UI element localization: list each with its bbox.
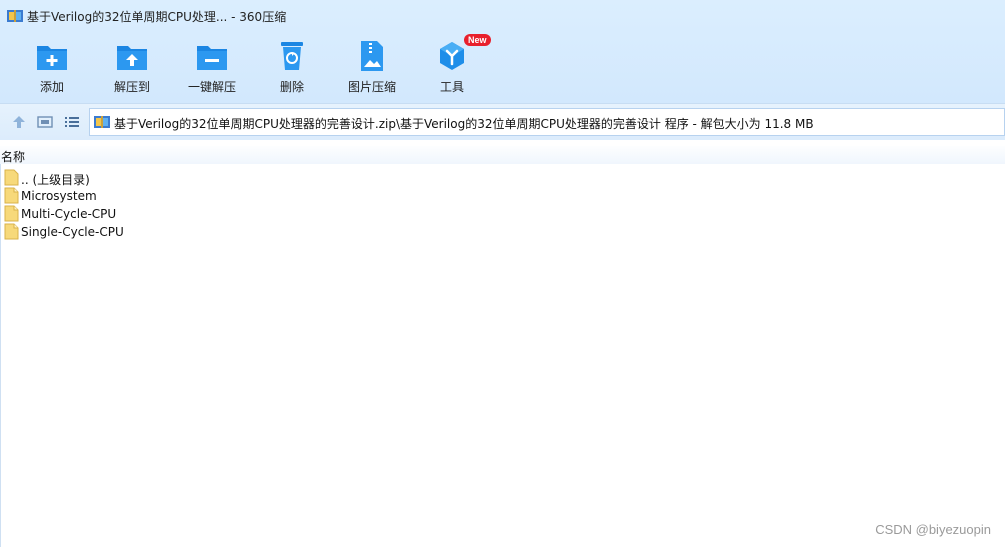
archive-icon bbox=[94, 116, 110, 128]
list-item-name: Single-Cycle-CPU bbox=[21, 225, 124, 239]
list-item-name: Microsystem bbox=[21, 189, 97, 203]
image-compress-label: 图片压缩 bbox=[347, 80, 396, 94]
add-folder-icon bbox=[37, 46, 67, 70]
list-item[interactable]: Single-Cycle-CPU bbox=[2, 223, 302, 241]
list-left-border bbox=[0, 164, 1, 547]
image-compress-icon bbox=[361, 41, 383, 71]
one-click-extract-button[interactable]: 一键解压 bbox=[177, 34, 247, 98]
extract-to-button[interactable]: 解压到 bbox=[97, 34, 167, 98]
window-top: 基于Verilog的32位单周期CPU处理... - 360压缩 添加 解压到 bbox=[0, 0, 1005, 103]
image-compress-button[interactable]: 图片压缩 bbox=[337, 34, 407, 98]
new-badge: New bbox=[464, 34, 491, 46]
address-path: 基于Verilog的32位单周期CPU处理器的完善设计.zip\基于Verilo… bbox=[114, 117, 814, 131]
delete-label: 删除 bbox=[279, 80, 304, 94]
app-archive-icon bbox=[7, 10, 23, 22]
one-click-extract-icon bbox=[197, 46, 227, 70]
window-title: 基于Verilog的32位单周期CPU处理... - 360压缩 bbox=[27, 10, 287, 24]
extract-to-label: 解压到 bbox=[113, 80, 150, 94]
list-view-icon[interactable] bbox=[64, 114, 80, 130]
thumbnail-view-icon[interactable] bbox=[37, 114, 53, 130]
file-icon bbox=[4, 223, 19, 240]
file-icon bbox=[4, 205, 19, 222]
toolbar: 添加 解压到 一键解压 删除 图片压缩 New 工具 bbox=[0, 34, 1005, 98]
add-label: 添加 bbox=[39, 80, 64, 94]
folder-up-icon bbox=[4, 169, 19, 186]
one-click-extract-label: 一键解压 bbox=[187, 80, 236, 94]
list-item-parent-dir[interactable]: .. (上级目录) bbox=[2, 169, 302, 187]
tools-icon bbox=[440, 42, 464, 70]
list-item[interactable]: Microsystem bbox=[2, 187, 302, 205]
recycle-bin-icon bbox=[281, 42, 303, 70]
tools-button[interactable]: New 工具 bbox=[417, 34, 491, 98]
delete-button[interactable]: 删除 bbox=[257, 34, 327, 98]
tools-label: 工具 bbox=[439, 80, 464, 94]
add-button[interactable]: 添加 bbox=[17, 34, 87, 98]
extract-to-icon bbox=[117, 46, 147, 70]
address-bar[interactable]: 基于Verilog的32位单周期CPU处理器的完善设计.zip\基于Verilo… bbox=[89, 108, 1005, 136]
list-item[interactable]: Multi-Cycle-CPU bbox=[2, 205, 302, 223]
up-arrow-icon[interactable] bbox=[11, 114, 27, 130]
list-item-name: .. (上级目录) bbox=[21, 173, 90, 187]
watermark: CSDN @biyezuopin bbox=[875, 522, 991, 537]
name-column-label: 名称 bbox=[1, 150, 26, 164]
name-column-header[interactable]: 名称 bbox=[0, 146, 1005, 164]
list-item-name: Multi-Cycle-CPU bbox=[21, 207, 117, 221]
title-bar: 基于Verilog的32位单周期CPU处理... - 360压缩 bbox=[0, 0, 1005, 32]
file-icon bbox=[4, 187, 19, 204]
navigation-bar: 基于Verilog的32位单周期CPU处理器的完善设计.zip\基于Verilo… bbox=[0, 103, 1005, 140]
